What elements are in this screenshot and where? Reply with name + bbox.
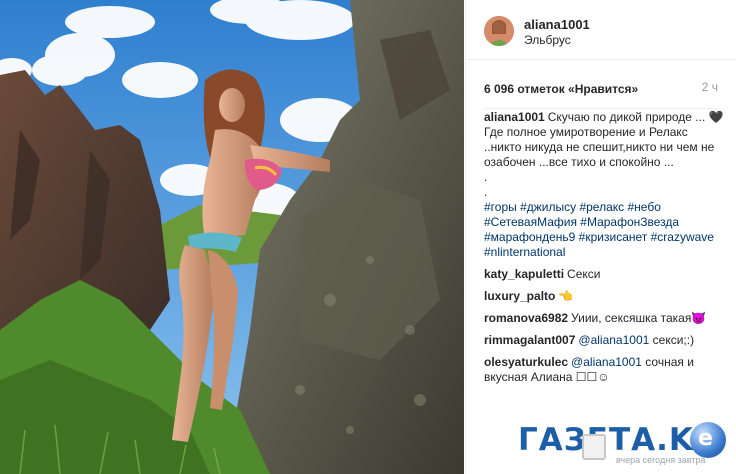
comment: olesyaturkulec @aliana1001 сочная и вкусн… bbox=[484, 355, 724, 385]
comment-username[interactable]: olesyaturkulec bbox=[484, 355, 568, 369]
comment-text: секси;:) bbox=[652, 333, 695, 347]
caption-line: ..никто никуда не спешит,никто ни чем не bbox=[484, 140, 715, 154]
caption: aliana1001 Скучаю по дикой природе ... 🖤 … bbox=[484, 110, 724, 260]
comment: luxury_palto 👈 bbox=[484, 289, 724, 304]
caption-line: . bbox=[484, 170, 488, 184]
watermark-tagline: вчера сегодня завтра bbox=[616, 455, 706, 465]
comment-username[interactable]: katy_kapuletti bbox=[484, 267, 564, 281]
post-username[interactable]: aliana1001 bbox=[524, 17, 590, 32]
post-photo[interactable] bbox=[0, 0, 464, 474]
hashtag-line[interactable]: #марафондень9 #кризисанет #crazywave bbox=[484, 230, 724, 245]
post-sidebar: aliana1001 Эльбрус 6 096 отметок «Нравит… bbox=[465, 0, 736, 474]
shield-icon bbox=[582, 434, 606, 460]
hashtag-line[interactable]: #горы #джилысу #релакс #небо bbox=[484, 200, 724, 215]
comments-list: aliana1001 Скучаю по дикой природе ... 🖤 … bbox=[484, 110, 724, 392]
comment-mention[interactable]: @aliana1001 bbox=[571, 355, 642, 369]
caption-line: Скучаю по дикой природе ... 🖤 bbox=[547, 110, 724, 124]
caption-line: Где полное умиротворение и Релакс bbox=[484, 125, 688, 139]
hashtag-line[interactable]: #СетеваяМафия #МарафонЗвезда bbox=[484, 215, 724, 230]
comment-text: Уиии, сексяшка такая😈 bbox=[571, 311, 707, 325]
comment-username[interactable]: romanova6982 bbox=[484, 311, 568, 325]
caption-line: озабочен ...все тихо и спокойно ... bbox=[484, 155, 674, 169]
globe-letter-icon: e bbox=[698, 426, 713, 451]
comment-mention[interactable]: @aliana1001 bbox=[578, 333, 649, 347]
caption-line: . bbox=[484, 185, 488, 199]
likes-row: 6 096 отметок «Нравится» 2 ч bbox=[484, 80, 718, 109]
post-time[interactable]: 2 ч bbox=[702, 80, 718, 94]
comment-username[interactable]: luxury_palto bbox=[484, 289, 555, 303]
comment: rimmagalant007 @aliana1001 секси;:) bbox=[484, 333, 724, 348]
caption-username[interactable]: aliana1001 bbox=[484, 110, 545, 124]
comment-username[interactable]: rimmagalant007 bbox=[484, 333, 575, 347]
avatar[interactable] bbox=[484, 16, 514, 46]
comment-text: 👈 bbox=[558, 289, 574, 303]
comment: katy_kapuletti Секси bbox=[484, 267, 724, 282]
likes-count[interactable]: 6 096 отметок «Нравится» bbox=[484, 82, 638, 96]
watermark: ГАЗЕТА.KG e вчера сегодня завтра bbox=[518, 422, 730, 472]
hashtag-line[interactable]: #nlinternational bbox=[484, 245, 724, 260]
comment-text: Секси bbox=[567, 267, 601, 281]
comment: romanova6982 Уиии, сексяшка такая😈 bbox=[484, 311, 724, 326]
post-location[interactable]: Эльбрус bbox=[524, 33, 571, 47]
post-header: aliana1001 Эльбрус bbox=[466, 0, 736, 60]
